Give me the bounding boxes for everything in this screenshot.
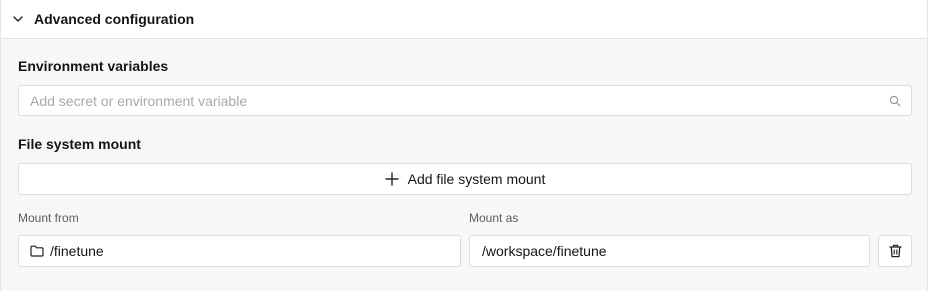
- trash-icon: [888, 244, 902, 258]
- env-variables-label: Environment variables: [18, 58, 169, 74]
- section-title: Advanced configuration: [34, 11, 195, 27]
- add-file-system-mount-label: Add file system mount: [407, 171, 546, 187]
- folder-icon: [30, 245, 44, 257]
- file-system-mount-label: File system mount: [18, 136, 141, 152]
- advanced-configuration-panel: Advanced configuration Environment varia…: [0, 0, 928, 291]
- mount-as-label: Mount as: [469, 211, 519, 225]
- delete-mount-button[interactable]: [878, 235, 912, 267]
- mount-from-label: Mount from: [18, 211, 79, 225]
- env-variable-input[interactable]: [19, 86, 879, 115]
- add-file-system-mount-button[interactable]: Add file system mount: [18, 163, 912, 195]
- plus-icon: [384, 172, 399, 186]
- mount-from-value: /finetune: [50, 243, 104, 259]
- chevron-down-icon: [13, 16, 23, 22]
- mount-as-value: /workspace/finetune: [482, 243, 607, 259]
- advanced-configuration-toggle[interactable]: Advanced configuration: [1, 0, 927, 39]
- mount-from-field[interactable]: /finetune: [18, 235, 461, 267]
- env-variable-search[interactable]: [18, 85, 912, 116]
- mount-as-field[interactable]: /workspace/finetune: [469, 235, 870, 267]
- search-icon: [889, 95, 901, 107]
